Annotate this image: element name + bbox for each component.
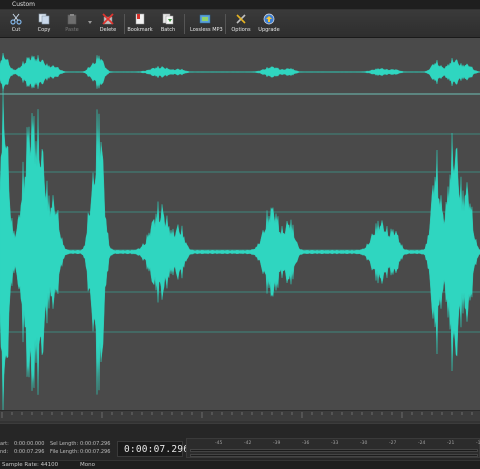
time-display: 0:00:07.296: [124, 444, 190, 455]
delete-button[interactable]: Delete: [94, 12, 122, 36]
level-meter-bar-right: [190, 454, 478, 457]
meter-tick-label: -18: [476, 441, 480, 446]
level-meter-bar-left: [190, 449, 478, 452]
meter-tick-label: -30: [360, 441, 368, 446]
channels-text: Mono: [80, 462, 95, 468]
delete-icon: [102, 13, 114, 25]
sel-length-label: Sel Length:: [50, 441, 79, 447]
cut-button[interactable]: Cut: [2, 12, 30, 36]
paste-button[interactable]: Paste: [58, 12, 86, 36]
upgrade-button[interactable]: Upgrade: [255, 12, 283, 36]
overview-waveform[interactable]: [0, 52, 480, 92]
waveform-area[interactable]: [0, 38, 480, 410]
paste-label: Paste: [65, 27, 79, 33]
meter-tick-label: -21: [447, 441, 455, 446]
paste-icon: [67, 14, 77, 25]
cut-label: Cut: [11, 27, 21, 33]
toolbar: Cut Copy Paste Delete Bookmark Batch Los…: [0, 10, 480, 38]
lossless-mp3-icon: [199, 14, 211, 24]
lossless-mp3-button[interactable]: Lossless MP3: [190, 12, 223, 36]
start-label: art:: [0, 441, 9, 447]
main-gridlines: [0, 133, 480, 333]
meter-tick-label: -39: [273, 441, 281, 446]
toolbar-separator: [124, 14, 125, 34]
options-button[interactable]: Options: [227, 12, 255, 36]
copy-icon: [38, 13, 50, 25]
meter-tick-label: -33: [331, 441, 339, 446]
status-bar: Sample Rate: 44100 Mono: [0, 460, 480, 469]
delete-label: Delete: [99, 27, 117, 33]
time-ruler-ticks: [0, 412, 480, 423]
copy-button[interactable]: Copy: [30, 12, 58, 36]
upgrade-label: Upgrade: [258, 27, 280, 33]
end-value: 0:00:07.296: [14, 449, 45, 455]
meter-tick-label: -45: [215, 441, 223, 446]
copy-label: Copy: [37, 27, 51, 33]
file-length-value: 0:00:07.296: [80, 449, 111, 455]
start-value: 0:00:00.000: [14, 441, 45, 447]
sel-length-value: 0:00:07.296: [80, 441, 111, 447]
file-length-label: File Length:: [50, 449, 79, 455]
bookmark-label: Bookmark: [127, 27, 153, 33]
batch-button[interactable]: Batch: [154, 12, 182, 36]
scissors-icon: [10, 13, 22, 25]
time-ruler[interactable]: [0, 410, 480, 424]
meter-tick-label: -42: [244, 441, 252, 446]
menu-bar: Custom: [0, 0, 480, 10]
upgrade-icon: [263, 13, 275, 25]
sample-rate-text: Sample Rate: 44100: [2, 462, 59, 468]
meter-tick-label: -27: [389, 441, 397, 446]
end-label: nd:: [0, 449, 9, 455]
paste-dropdown-arrow-icon[interactable]: [88, 21, 92, 24]
meter-tick-label: -36: [302, 441, 310, 446]
waveform-canvas[interactable]: [0, 38, 480, 410]
options-label: Options: [231, 27, 251, 33]
batch-icon: [162, 13, 174, 25]
bookmark-button[interactable]: Bookmark: [126, 12, 154, 36]
toolbar-separator: [184, 14, 185, 34]
menu-item-custom[interactable]: Custom: [12, 1, 35, 8]
batch-label: Batch: [160, 27, 176, 33]
meter-tick-label: -24: [418, 441, 426, 446]
toolbar-separator: [225, 14, 226, 34]
lossless-mp3-label: Lossless MP3: [190, 27, 223, 33]
bookmark-icon: [135, 13, 145, 25]
options-icon: [236, 14, 246, 24]
